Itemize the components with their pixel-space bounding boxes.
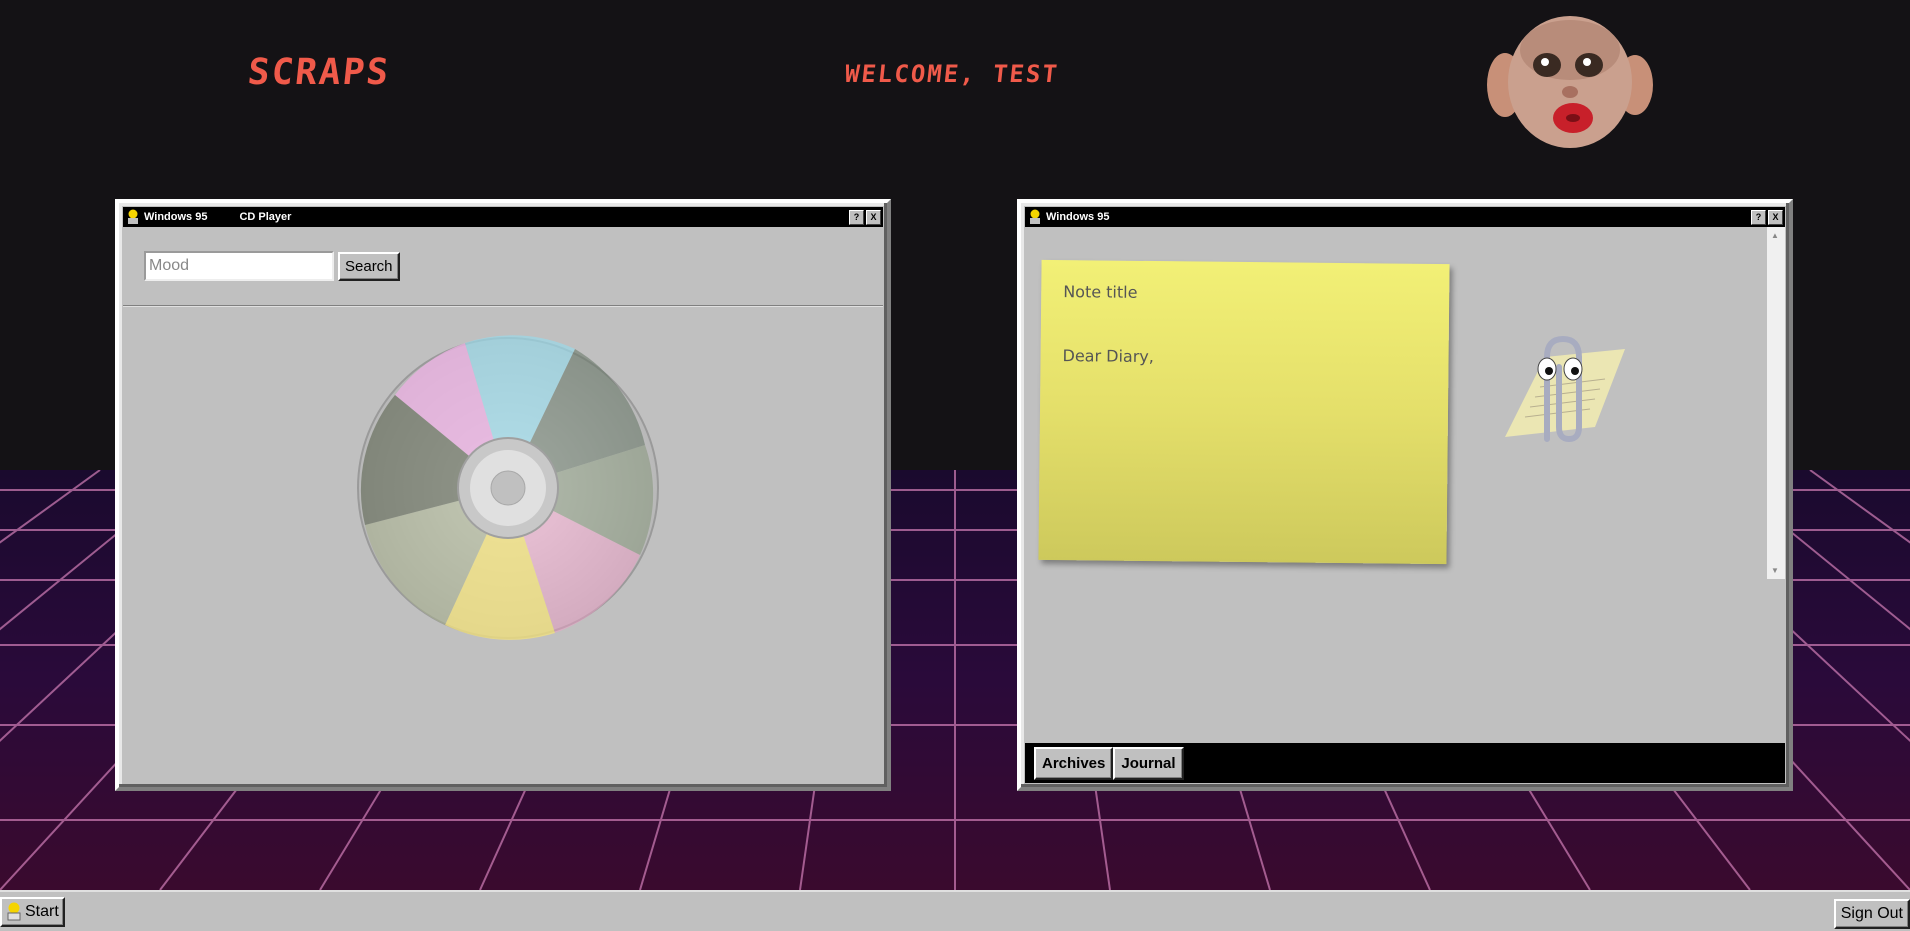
divider xyxy=(123,305,883,307)
scroll-up-icon[interactable]: ▲ xyxy=(1771,231,1779,240)
window-title: Windows 95 xyxy=(144,211,208,223)
mood-input[interactable] xyxy=(144,251,334,281)
window-title: Windows 95 xyxy=(1046,211,1110,223)
welcome-message: WELCOME, TEST xyxy=(843,60,1061,88)
help-button[interactable]: ? xyxy=(849,209,864,225)
tab-journal[interactable]: Journal xyxy=(1113,746,1184,780)
scroll-down-icon[interactable]: ▼ xyxy=(1771,566,1779,575)
note-body[interactable]: Dear Diary, xyxy=(1062,346,1154,366)
windows-logo-icon xyxy=(128,209,138,224)
close-button[interactable]: X xyxy=(1768,209,1783,225)
cd-player-window: Windows 95 CD Player ? X Search xyxy=(115,199,891,791)
paperclip-assistant-icon[interactable] xyxy=(1485,327,1635,457)
app-name: CD Player xyxy=(239,211,292,223)
brand-title[interactable]: SCRAPS xyxy=(246,52,392,93)
taskbar: Start Sign Out xyxy=(0,890,1910,931)
note-title[interactable]: Note title xyxy=(1063,282,1137,302)
sign-out-button[interactable]: Sign Out xyxy=(1833,899,1910,929)
tab-archives[interactable]: Archives xyxy=(1034,746,1114,780)
scrollbar[interactable]: ▲ ▼ xyxy=(1767,227,1785,579)
windows-logo-icon xyxy=(1030,209,1040,224)
title-bar[interactable]: Windows 95 CD Player ? X xyxy=(123,207,883,227)
note-area: Note title Dear Diary, xyxy=(1025,227,1785,579)
sticky-note[interactable]: Note title Dear Diary, xyxy=(1038,259,1450,565)
mood-search: Search xyxy=(144,251,400,281)
start-button[interactable]: Start xyxy=(0,897,65,927)
windows-logo-icon xyxy=(7,902,21,921)
search-button[interactable]: Search xyxy=(338,251,400,281)
journal-tabs: Archives Journal xyxy=(1025,743,1785,783)
title-bar[interactable]: Windows 95 ? X xyxy=(1025,207,1785,227)
cd-disc-icon[interactable] xyxy=(355,335,661,641)
kissing-face-icon xyxy=(1485,10,1655,150)
close-button[interactable]: X xyxy=(866,209,881,225)
start-label: Start xyxy=(25,903,59,920)
journal-window: Windows 95 ? X Note title Dear Diary, ▲ … xyxy=(1017,199,1793,791)
help-button[interactable]: ? xyxy=(1751,209,1766,225)
